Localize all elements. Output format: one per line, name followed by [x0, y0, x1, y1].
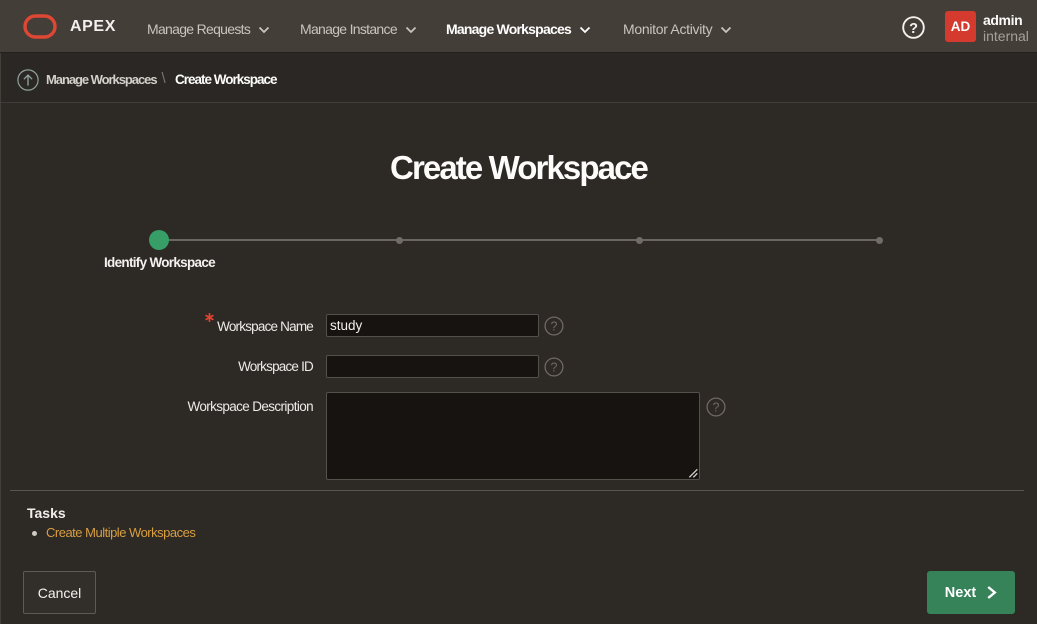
svg-text:?: ?	[551, 319, 558, 333]
svg-text:?: ?	[909, 21, 918, 37]
svg-text:?: ?	[551, 360, 558, 374]
svg-text:?: ?	[713, 400, 720, 414]
